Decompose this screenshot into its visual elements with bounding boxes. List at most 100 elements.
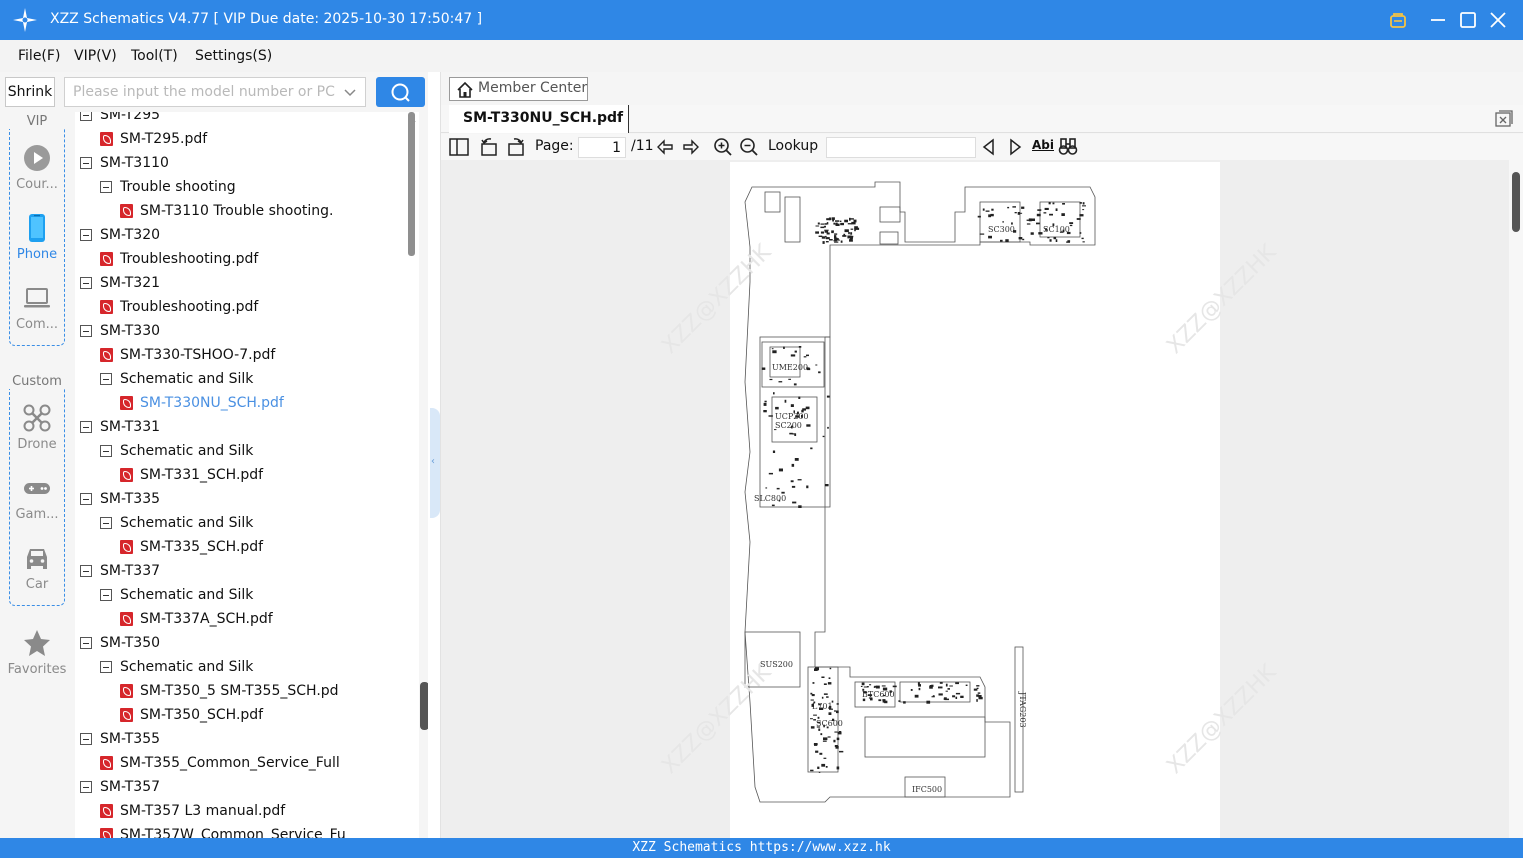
tree-file-item[interactable]: SM-T330NU_SCH.pdf xyxy=(120,391,410,415)
search-input[interactable] xyxy=(65,78,335,106)
collapse-toggle-icon[interactable] xyxy=(100,445,112,457)
pcb-component xyxy=(1082,202,1085,205)
tree-folder-item[interactable]: Schematic and Silk xyxy=(100,367,410,391)
viewer-scroll-thumb[interactable] xyxy=(1512,172,1520,232)
find-next-button[interactable] xyxy=(1005,137,1025,157)
tree-file-item[interactable]: SM-T357 L3 manual.pdf xyxy=(100,799,410,823)
collapse-toggle-icon[interactable] xyxy=(80,157,92,169)
collapse-toggle-icon[interactable] xyxy=(80,325,92,337)
collapse-toggle-icon[interactable] xyxy=(80,637,92,649)
tree-file-item[interactable]: SM-T337A_SCH.pdf xyxy=(120,607,410,631)
tree-folder-item[interactable]: SM-T331 xyxy=(80,415,410,439)
tree-file-item[interactable]: SM-T357W_Common_Service_Fu xyxy=(100,823,410,838)
collapse-toggle-icon[interactable] xyxy=(100,181,112,193)
tree-file-item[interactable]: SM-T295.pdf xyxy=(100,127,410,151)
pcb-component xyxy=(813,719,816,721)
menu-vip[interactable]: VIP(V) xyxy=(74,48,117,64)
tree-folder-item[interactable]: SM-T321 xyxy=(80,271,410,295)
collapse-handle[interactable]: ‹ xyxy=(430,408,440,518)
collapse-toggle-icon[interactable] xyxy=(80,277,92,289)
rotate-right-button[interactable] xyxy=(506,137,526,157)
tree-file-item[interactable]: SM-T335_SCH.pdf xyxy=(120,535,410,559)
collapse-toggle-icon[interactable] xyxy=(80,421,92,433)
collapse-toggle-icon[interactable] xyxy=(80,493,92,505)
lookup-input[interactable] xyxy=(826,137,976,158)
collapse-toggle-icon[interactable] xyxy=(100,661,112,673)
menu-file[interactable]: File(F) xyxy=(18,48,60,64)
search-button[interactable] xyxy=(376,77,425,107)
tree-folder-item[interactable]: SM-T330 xyxy=(80,319,410,343)
collapse-toggle-icon[interactable] xyxy=(80,112,92,121)
tree-folder-item[interactable]: SM-T355 xyxy=(80,727,410,751)
pcb-component xyxy=(914,694,919,698)
tree-folder-item[interactable]: SM-T335 xyxy=(80,487,410,511)
maximize-button[interactable] xyxy=(1456,8,1480,32)
tree-folder-item[interactable]: Trouble shooting xyxy=(100,175,410,199)
tree-folder-item[interactable]: SM-T357 xyxy=(80,775,410,799)
tree-folder-item[interactable]: SM-T295 xyxy=(80,112,410,127)
collapse-toggle-icon[interactable] xyxy=(80,781,92,793)
match-case-button[interactable]: Abi xyxy=(1032,138,1054,152)
pcb-component xyxy=(1013,230,1017,233)
prev-page-button[interactable] xyxy=(655,137,675,157)
menu-settings[interactable]: Settings(S) xyxy=(195,48,272,64)
category-courses[interactable]: Cour... xyxy=(0,143,74,192)
pcb-component xyxy=(844,219,848,223)
close-button[interactable] xyxy=(1486,8,1510,32)
search-field[interactable] xyxy=(64,77,366,107)
collapse-toggle-icon[interactable] xyxy=(100,373,112,385)
collapse-toggle-icon[interactable] xyxy=(100,589,112,601)
tree-folder-item[interactable]: Schematic and Silk xyxy=(100,583,410,607)
chevron-down-icon[interactable] xyxy=(343,85,357,99)
next-page-button[interactable] xyxy=(681,137,701,157)
category-computer[interactable]: Com... xyxy=(0,283,74,332)
tree-file-item[interactable]: SM-T3110 Trouble shooting. xyxy=(120,199,410,223)
shrink-button[interactable]: Shrink xyxy=(5,77,55,107)
tree-folder-item[interactable]: SM-T320 xyxy=(80,223,410,247)
tree-folder-item[interactable]: SM-T350 xyxy=(80,631,410,655)
member-center-button[interactable]: Member Center xyxy=(449,77,588,101)
tree-folder-item[interactable]: Schematic and Silk xyxy=(100,439,410,463)
find-prev-button[interactable] xyxy=(979,137,999,157)
menu-tool[interactable]: Tool(T) xyxy=(131,48,178,64)
tab-document[interactable]: SM-T330NU_SCH.pdf xyxy=(449,105,629,133)
tree-folder-item[interactable]: Schematic and Silk xyxy=(100,655,410,679)
collapse-toggle-icon[interactable] xyxy=(80,229,92,241)
minimize-button[interactable] xyxy=(1426,8,1450,32)
tree-file-item[interactable]: Troubleshooting.pdf xyxy=(100,295,410,319)
pdf-viewer[interactable]: UME200 UCP200 SC200 SUS200 BTC600 L701 SC600 IF… xyxy=(441,160,1509,838)
tree-scroll-thumb[interactable] xyxy=(408,112,415,256)
collapse-toggle-icon[interactable] xyxy=(80,565,92,577)
category-drone[interactable]: Drone xyxy=(0,403,74,452)
tree-scrollbar[interactable] xyxy=(405,112,429,838)
viewer-scrollbar[interactable] xyxy=(1509,160,1523,838)
category-phone[interactable]: Phone xyxy=(0,213,74,262)
category-favorites[interactable]: Favorites xyxy=(0,628,74,677)
tree-folder-item[interactable]: SM-T3110 xyxy=(80,151,410,175)
tree-file-item[interactable]: Troubleshooting.pdf xyxy=(100,247,410,271)
zoom-in-button[interactable] xyxy=(713,137,733,157)
pcb-component xyxy=(825,241,829,243)
category-car[interactable]: Car xyxy=(0,543,74,592)
pcb-component xyxy=(875,685,880,689)
pcb-component xyxy=(778,381,783,383)
menu-bar: File(F) VIP(V) Tool(T) Settings(S) xyxy=(0,40,1523,72)
tree-file-item[interactable]: SM-T331_SCH.pdf xyxy=(120,463,410,487)
tree-file-item[interactable]: SM-T330-TSHOO-7.pdf xyxy=(100,343,410,367)
rotate-left-button[interactable] xyxy=(479,137,499,157)
tree-file-item[interactable]: SM-T355_Common_Service_Full xyxy=(100,751,410,775)
find-all-button[interactable] xyxy=(1058,137,1078,157)
collapse-toggle-icon[interactable] xyxy=(100,517,112,529)
close-document-icon[interactable] xyxy=(1495,110,1513,128)
tree-file-item[interactable]: SM-T350_5 SM-T355_SCH.pd xyxy=(120,679,410,703)
tree-file-item[interactable]: SM-T350_SCH.pdf xyxy=(120,703,410,727)
collapse-toggle-icon[interactable] xyxy=(80,733,92,745)
zoom-out-button[interactable] xyxy=(739,137,759,157)
page-number-input[interactable] xyxy=(578,137,626,158)
toggle-sidebar-button[interactable] xyxy=(449,137,469,157)
tree-folder-item[interactable]: Schematic and Silk xyxy=(100,511,410,535)
tree-folder-item[interactable]: SM-T337 xyxy=(80,559,410,583)
pcb-component xyxy=(836,710,839,714)
category-game[interactable]: Gam... xyxy=(0,473,74,522)
vip-badge-icon[interactable] xyxy=(1386,8,1410,32)
